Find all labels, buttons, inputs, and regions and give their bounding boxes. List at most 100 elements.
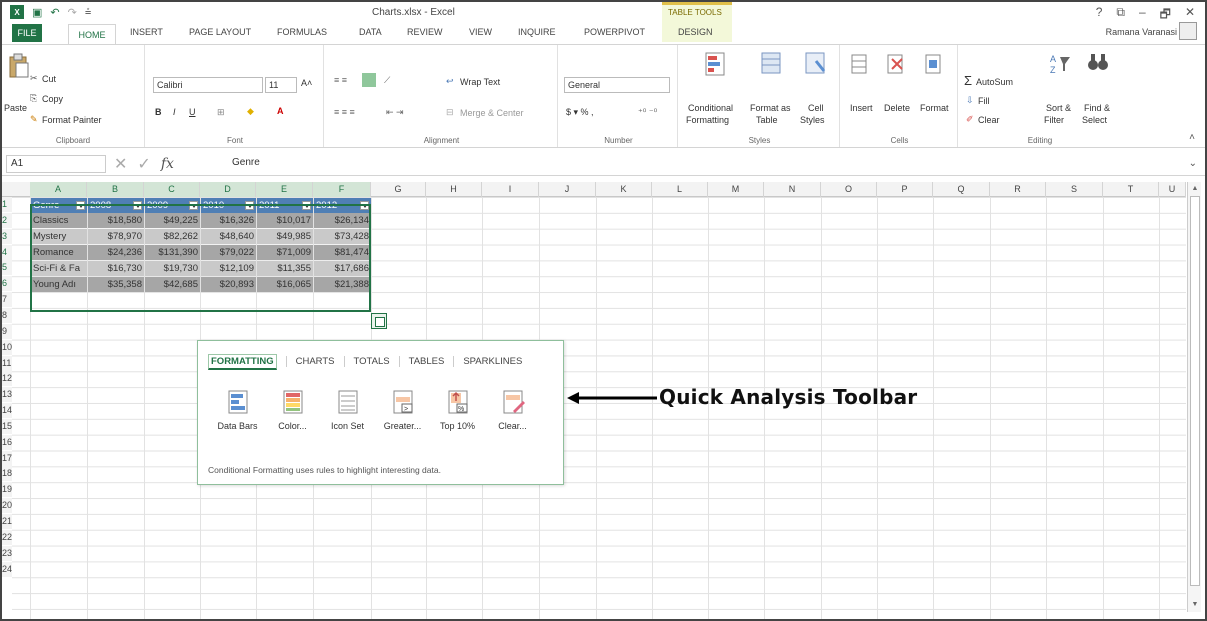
delete-cells-icon[interactable] (886, 53, 906, 75)
column-header-k[interactable]: K (596, 182, 652, 197)
column-header-d[interactable]: D (200, 182, 256, 197)
row-header-8[interactable]: 8 (2, 307, 12, 323)
merge-center-button[interactable]: Merge & Center (460, 108, 524, 118)
insert-function-icon[interactable]: fx (161, 156, 174, 172)
row-header-3[interactable]: 3 (2, 228, 12, 244)
row-header-5[interactable]: 5 (2, 260, 12, 276)
align-top-icon[interactable]: ≡ ≡ (334, 75, 347, 85)
tab-home[interactable]: HOME (68, 24, 116, 44)
expand-formula-bar-icon[interactable]: ⌄ (1189, 158, 1197, 169)
tab-file[interactable]: FILE (12, 24, 42, 42)
filter-label[interactable]: Filter (1044, 115, 1064, 125)
cancel-icon[interactable]: ✕ (114, 154, 127, 174)
undo-icon[interactable]: ↶ (50, 6, 59, 19)
row-header-18[interactable]: 18 (2, 466, 12, 482)
qa-item-top-10[interactable]: % Top 10% (430, 389, 485, 431)
user-avatar[interactable] (1179, 22, 1197, 40)
qa-tab-sparklines[interactable]: SPARKLINES (454, 356, 531, 367)
row-header-22[interactable]: 22 (2, 529, 12, 545)
format-painter-button[interactable]: Format Painter (42, 115, 102, 125)
conditional-formatting-icon[interactable] (704, 51, 728, 77)
wrap-text-button[interactable]: Wrap Text (460, 77, 500, 87)
clear-icon[interactable]: ✐ (966, 114, 974, 125)
italic-icon[interactable]: I (173, 107, 176, 117)
row-header-17[interactable]: 17 (2, 450, 12, 466)
qa-item-data-bars[interactable]: Data Bars (210, 389, 265, 431)
cell-label[interactable]: Cell (808, 103, 824, 113)
row-header-1[interactable]: 1 (2, 197, 12, 212)
format-painter-icon[interactable]: ✎ (30, 114, 38, 125)
align-bottom-icon[interactable] (362, 73, 376, 87)
tab-design[interactable]: DESIGN (678, 27, 713, 37)
insert-cells-icon[interactable] (850, 53, 870, 75)
format-button[interactable]: Format (920, 103, 949, 113)
row-header-24[interactable]: 24 (2, 561, 12, 577)
paste-icon[interactable] (8, 53, 30, 79)
formatting-label[interactable]: Formatting (686, 115, 729, 125)
find-select-icon[interactable] (1086, 51, 1110, 75)
formula-input[interactable]: Genre (232, 157, 260, 168)
column-header-t[interactable]: T (1103, 182, 1159, 197)
tab-page-layout[interactable]: PAGE LAYOUT (189, 27, 251, 37)
column-header-m[interactable]: M (708, 182, 764, 197)
row-header-13[interactable]: 13 (2, 387, 12, 403)
tab-insert[interactable]: INSERT (130, 27, 163, 37)
minimize-icon[interactable]: – (1139, 5, 1146, 26)
column-header-o[interactable]: O (821, 182, 877, 197)
qa-item-clear[interactable]: Clear... (485, 389, 540, 431)
indent-icon[interactable]: ⇤ ⇥ (386, 107, 404, 118)
qa-tab-formatting[interactable]: FORMATTING (208, 354, 287, 370)
font-size-select[interactable]: 11 (265, 77, 297, 93)
redo-icon[interactable]: ↷ (68, 6, 77, 19)
paste-label[interactable]: Paste (4, 103, 27, 113)
row-header-14[interactable]: 14 (2, 403, 12, 419)
bold-icon[interactable]: B (155, 107, 162, 117)
qa-item-color-scale[interactable]: Color... (265, 389, 320, 431)
tab-powerpivot[interactable]: POWERPIVOT (584, 27, 645, 37)
row-header-10[interactable]: 10 (2, 339, 12, 355)
find-label[interactable]: Find & (1084, 103, 1110, 113)
help-icon[interactable]: ? (1096, 5, 1103, 26)
column-header-f[interactable]: F (313, 182, 371, 197)
row-header-15[interactable]: 15 (2, 418, 12, 434)
restore-icon[interactable]: 🗗 (1160, 5, 1171, 26)
row-header-7[interactable]: 7 (2, 292, 12, 308)
copy-button[interactable]: Copy (42, 94, 63, 104)
row-header-6[interactable]: 6 (2, 276, 12, 292)
row-header-23[interactable]: 23 (2, 545, 12, 561)
customize-qat-icon[interactable]: ⩮ (85, 6, 91, 19)
fill-icon[interactable]: ⇩ (966, 95, 974, 106)
qa-tab-charts[interactable]: CHARTS (287, 356, 345, 367)
align-left-icon[interactable]: ≡ ≡ ≡ (334, 107, 355, 117)
orientation-icon[interactable]: ⟋ (384, 75, 390, 86)
row-header-11[interactable]: 11 (2, 355, 12, 371)
collapse-ribbon-icon[interactable]: ˄ (1189, 132, 1195, 143)
tab-review[interactable]: REVIEW (407, 27, 443, 37)
format-as-table-icon[interactable] (760, 51, 784, 77)
save-icon[interactable]: ▣ (32, 6, 42, 19)
scroll-down-icon[interactable]: ▼ (1190, 600, 1200, 610)
cut-button[interactable]: Cut (42, 74, 56, 84)
column-header-a[interactable]: A (30, 182, 87, 197)
tab-view[interactable]: VIEW (469, 27, 492, 37)
tab-data[interactable]: DATA (359, 27, 382, 37)
tab-formulas[interactable]: FORMULAS (277, 27, 327, 37)
borders-icon[interactable]: ⊞ (217, 107, 225, 118)
ribbon-display-icon[interactable]: ⧉ (1116, 5, 1125, 26)
column-header-q[interactable]: Q (933, 182, 990, 197)
column-header-j[interactable]: J (539, 182, 596, 197)
scroll-thumb[interactable] (1190, 196, 1200, 586)
quick-analysis-button[interactable] (371, 313, 387, 329)
copy-icon[interactable]: ⎘ (30, 93, 37, 104)
column-header-r[interactable]: R (990, 182, 1046, 197)
merge-icon[interactable]: ⊟ (446, 107, 454, 118)
column-header-b[interactable]: B (87, 182, 144, 197)
column-header-i[interactable]: I (482, 182, 539, 197)
column-header-g[interactable]: G (371, 182, 426, 197)
sort-filter-icon[interactable]: AZ (1048, 51, 1072, 77)
wrap-text-icon[interactable]: ↩ (446, 76, 454, 87)
cell-styles-icon[interactable] (804, 51, 828, 77)
column-header-s[interactable]: S (1046, 182, 1103, 197)
row-header-9[interactable]: 9 (2, 323, 12, 339)
autosum-icon[interactable]: Σ (964, 73, 972, 88)
